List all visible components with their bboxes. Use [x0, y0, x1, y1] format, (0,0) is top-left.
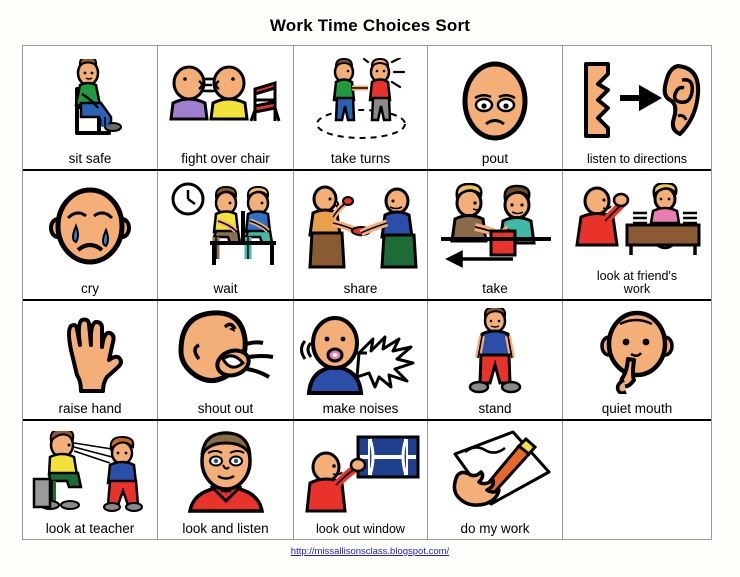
choice-card-label: sit safe	[68, 150, 112, 166]
choice-card-look-at-teacher[interactable]: look at teacher	[23, 421, 158, 539]
student-looking-at-teacher-icon	[25, 423, 155, 522]
two-people-waiting-with-clock-icon	[160, 173, 291, 282]
choice-card-label: do my work	[460, 520, 530, 536]
choice-card-look-and-listen[interactable]: look and listen	[158, 421, 294, 539]
blog-url-link[interactable]: http://missallisonsclass.blogspot.com/	[0, 546, 740, 557]
choice-card-shout-out[interactable]: shout out	[158, 301, 294, 419]
choice-card-label: stand	[478, 400, 512, 416]
person-sitting-on-chair-icon	[25, 48, 155, 152]
choice-card-label: pout	[481, 150, 509, 166]
person-taking-object-icon	[430, 173, 560, 282]
person-making-noises-icon	[296, 303, 425, 402]
choice-card-fight-over-chair[interactable]: fight over chair	[158, 46, 294, 169]
choice-card-raise-hand[interactable]: raise hand	[23, 301, 158, 419]
face-shouting-icon	[160, 303, 291, 402]
choice-card-stand[interactable]: stand	[428, 301, 563, 419]
person-standing-icon	[430, 303, 560, 402]
choice-card-label: take turns	[330, 150, 391, 166]
choice-card-look-out-window[interactable]: look out window	[294, 421, 428, 539]
choice-card-pout[interactable]: pout	[428, 46, 563, 169]
choice-card-label: fight over chair	[181, 150, 270, 166]
choice-card-do-my-work[interactable]: do my work	[428, 421, 563, 539]
table-row: look at teacher look and listen look out…	[23, 421, 711, 539]
choice-card-wait[interactable]: wait	[158, 171, 294, 299]
choice-card-label: share	[343, 280, 378, 296]
choice-card-label: make noises	[322, 400, 399, 416]
table-row: sit safe fight over chair take turns pou…	[23, 46, 711, 171]
table-row: cry wait share take look at friend's wor…	[23, 171, 711, 301]
choice-card-label: look out window	[316, 521, 405, 536]
person-looking-at-friends-work-icon	[565, 173, 709, 270]
face-profile-arrow-ear-icon	[565, 48, 709, 153]
choice-card-label: raise hand	[58, 400, 122, 416]
empty-cell-placeholder	[565, 423, 709, 536]
two-people-arguing-over-chair-icon	[160, 48, 291, 152]
choice-card-take[interactable]: take	[428, 171, 563, 299]
choice-card-cry[interactable]: cry	[23, 171, 158, 299]
choice-card-label: quiet mouth	[601, 400, 673, 416]
choice-card-label: listen to directions	[586, 151, 688, 166]
choice-card-listen-to-directions[interactable]: listen to directions	[563, 46, 711, 169]
choice-card-empty[interactable]	[563, 421, 711, 539]
choice-card-label: look and listen	[182, 520, 269, 536]
choice-card-quiet-mouth[interactable]: quiet mouth	[563, 301, 711, 419]
choice-card-label: look at teacher	[45, 520, 135, 536]
crying-face-icon	[25, 173, 155, 282]
table-row: raise hand shout out make noises stand q…	[23, 301, 711, 421]
pouting-face-icon	[430, 48, 560, 152]
page-title: Work Time Choices Sort	[269, 16, 471, 35]
choice-card-label: wait	[213, 280, 238, 296]
person-looking-out-window-icon	[296, 423, 425, 523]
choice-card-label: cry	[81, 280, 99, 296]
choices-sort-grid: sit safe fight over chair take turns pou…	[22, 45, 712, 540]
hand-writing-with-pencil-icon	[430, 423, 560, 522]
choice-card-label: take	[482, 280, 508, 296]
attentive-face-icon	[160, 423, 291, 522]
two-people-taking-turns-icon	[296, 48, 425, 152]
raised-hand-icon	[25, 303, 155, 402]
choice-card-sit-safe[interactable]: sit safe	[23, 46, 158, 169]
choice-card-take-turns[interactable]: take turns	[294, 46, 428, 169]
person-sharing-food-icon	[296, 173, 425, 282]
finger-to-lips-quiet-icon	[565, 303, 709, 402]
choice-card-share[interactable]: share	[294, 171, 428, 299]
choice-card-label: look at friend's work	[596, 268, 678, 296]
choice-card-label: shout out	[197, 400, 254, 416]
choice-card-make-noises[interactable]: make noises	[294, 301, 428, 419]
choice-card-look-at-friends-work[interactable]: look at friend's work	[563, 171, 711, 299]
